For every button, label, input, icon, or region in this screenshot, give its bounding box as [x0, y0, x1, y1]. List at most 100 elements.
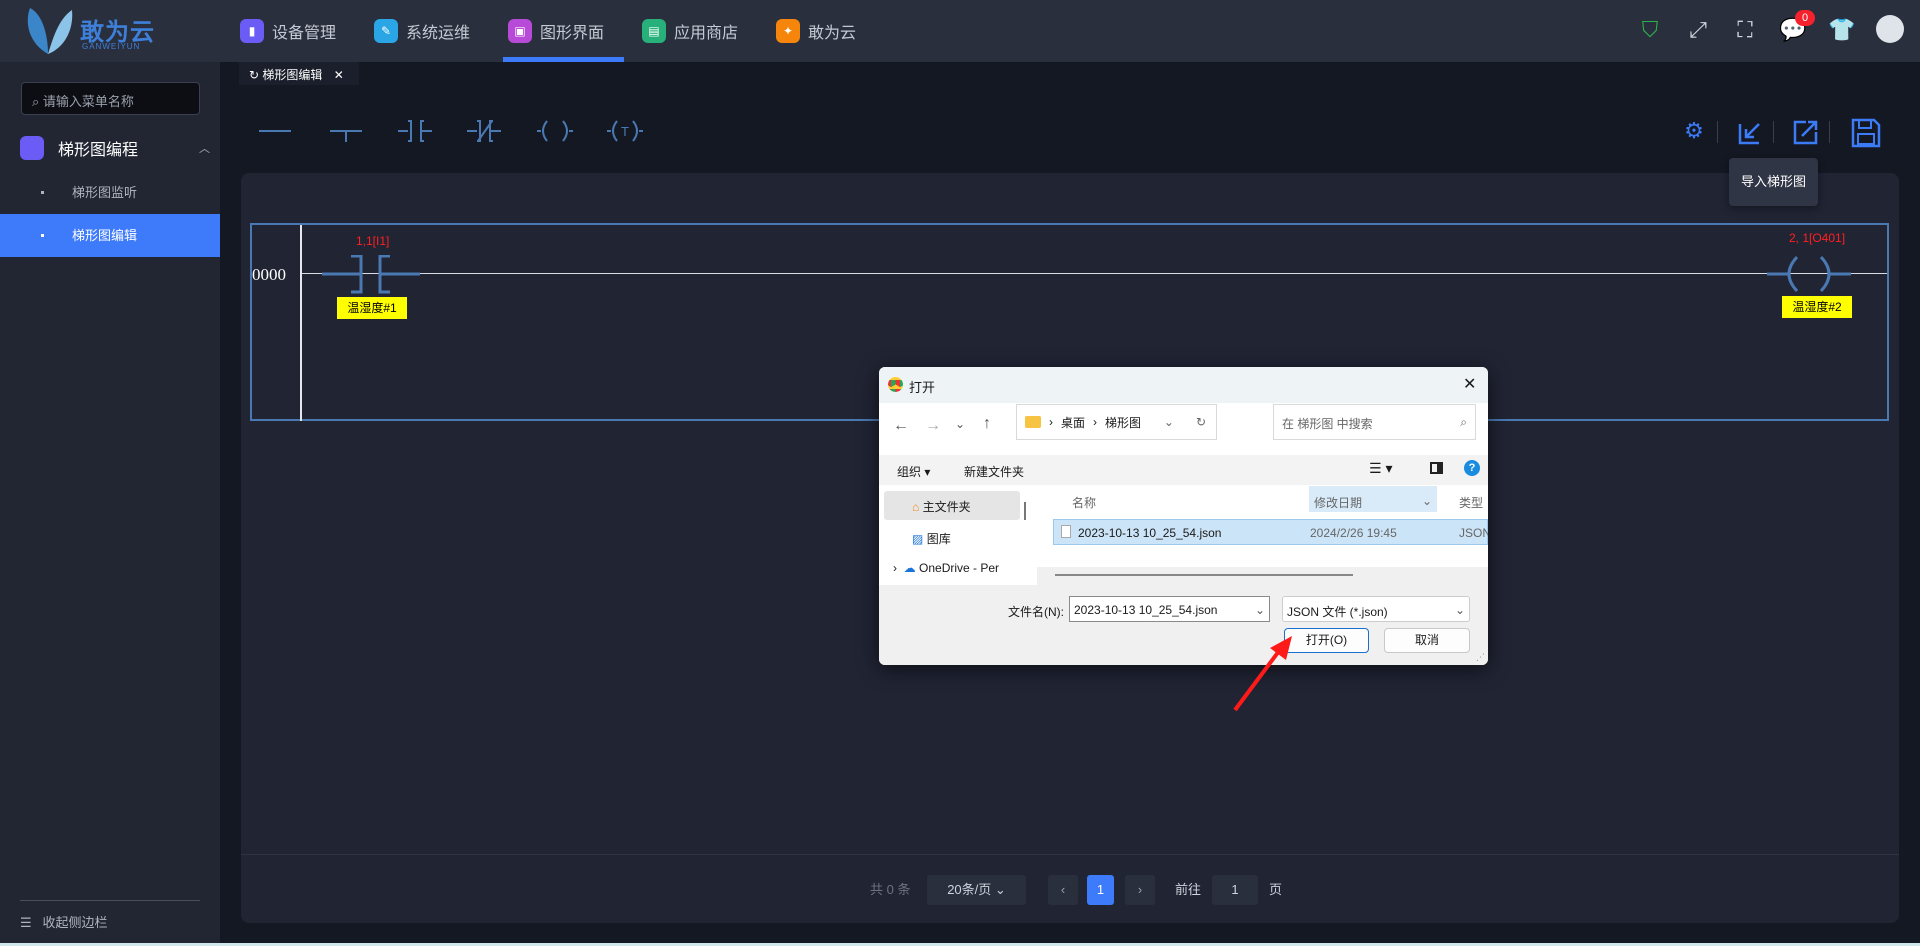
close-icon[interactable]: ✕: [1463, 374, 1476, 394]
item-label: 梯形图编辑: [72, 228, 138, 243]
horizontal-line-tool-icon[interactable]: [257, 118, 297, 144]
nav-label: OneDrive - Per: [919, 561, 1000, 575]
page-size-select[interactable]: 20条/页 ⌄: [927, 875, 1026, 905]
bullet-icon: [41, 234, 44, 237]
column-label: 修改日期: [1314, 496, 1363, 510]
save-icon[interactable]: [1851, 118, 1881, 148]
settings-gear-icon[interactable]: ⚙: [1680, 118, 1708, 146]
coil-tool-icon[interactable]: [535, 118, 575, 144]
monitor-icon: ▣: [508, 19, 532, 43]
sidebar-item-ladder-monitor[interactable]: 梯形图监听: [0, 171, 220, 214]
resize-grip-icon[interactable]: ⋰: [1476, 652, 1485, 663]
nav-item-onedrive[interactable]: › ☁ OneDrive - Per: [893, 561, 1033, 575]
view-options-icon[interactable]: ☰ ▾: [1369, 460, 1392, 477]
timer-tool-icon[interactable]: T: [605, 118, 645, 144]
tab-label: 梯形图编辑: [262, 68, 323, 82]
menu-search-input[interactable]: ⌕ 请输入菜单名称: [21, 82, 200, 115]
total-count: 共 0 条: [870, 882, 911, 897]
filter-value: JSON 文件 (*.json): [1287, 605, 1388, 619]
nav-item-gallery[interactable]: ▨ 图库: [912, 530, 951, 547]
nav-device-management[interactable]: ▮ 设备管理: [240, 0, 336, 62]
screen-frame-icon[interactable]: ⛶: [1731, 16, 1759, 44]
shield-icon[interactable]: ⛉: [1636, 16, 1664, 44]
next-page-button[interactable]: ›: [1125, 875, 1155, 905]
file-type-select[interactable]: JSON 文件 (*.json) ⌄: [1282, 596, 1470, 622]
folder-search-input[interactable]: 在 梯形图 中搜索 ⌕: [1273, 404, 1476, 440]
left-power-rail: [300, 225, 302, 421]
chevron-down-icon[interactable]: ⌄: [1255, 603, 1265, 617]
horizontal-scrollbar[interactable]: [1055, 574, 1353, 576]
forward-arrow-icon[interactable]: →: [925, 417, 941, 435]
address-bar[interactable]: › 桌面 › 梯形图 ⌄ ↻: [1016, 404, 1217, 440]
search-placeholder: 在 梯形图 中搜索: [1282, 417, 1373, 431]
collapse-sidebar-button[interactable]: ☰ 收起侧边栏: [20, 912, 108, 931]
dialog-titlebar: [879, 367, 1488, 403]
recent-chevron-icon[interactable]: ⌄: [955, 417, 965, 431]
horizontal-scroll-track: [1037, 567, 1488, 585]
nav-system-ops[interactable]: ✎ 系统运维: [374, 0, 470, 62]
file-date: 2024/2/26 19:45: [1310, 526, 1397, 540]
branch-tool-icon[interactable]: [328, 118, 368, 144]
divider: [20, 900, 200, 901]
cancel-button[interactable]: 取消: [1384, 628, 1470, 653]
nav-ganweiyun[interactable]: ✦ 敢为云: [776, 0, 856, 62]
collapse-label: 收起侧边栏: [42, 915, 108, 930]
page-size-value: 20条/页: [947, 882, 992, 897]
prev-page-button[interactable]: ‹: [1048, 875, 1078, 905]
sidebar-item-ladder-edit[interactable]: 梯形图编辑: [0, 214, 220, 257]
avatar[interactable]: [1876, 15, 1904, 43]
cloud-icon: ☁: [903, 561, 916, 575]
nav-label: 图库: [926, 532, 951, 546]
refresh-icon[interactable]: ↻: [1196, 415, 1206, 429]
red-annotation-arrow-icon: [1233, 636, 1292, 712]
collapse-icon: ☰: [20, 915, 32, 930]
divider: [1773, 121, 1774, 143]
back-arrow-icon[interactable]: ←: [893, 417, 909, 435]
device-icon: ▮: [240, 19, 264, 43]
breadcrumb-ladder[interactable]: 梯形图: [1105, 414, 1141, 431]
expand-chevron-icon: ›: [893, 561, 897, 575]
chevron-down-icon[interactable]: ⌄: [1164, 415, 1174, 429]
nav-item-home[interactable]: ⌂ 主文件夹: [912, 498, 971, 515]
fullscreen-icon[interactable]: ⤢: [1684, 16, 1712, 44]
menu-group-ladder-programming[interactable]: 梯形图编程 ︿: [20, 136, 210, 160]
nav-app-store[interactable]: ▤ 应用商店: [642, 0, 738, 62]
column-name[interactable]: 名称: [1072, 494, 1096, 511]
preview-pane-icon[interactable]: [1430, 462, 1443, 474]
file-row[interactable]: 2023-10-13 10_25_54.json 2024/2/26 19:45…: [1053, 519, 1488, 545]
logo-subtext: GANWEIYUN: [82, 42, 141, 51]
nav-label: 应用商店: [674, 25, 739, 42]
group-label: 梯形图编程: [58, 142, 139, 159]
normally-open-contact-tool-icon[interactable]: [396, 118, 436, 144]
divider: [1717, 121, 1718, 143]
up-arrow-icon[interactable]: ↑: [983, 415, 991, 433]
filename-input[interactable]: 2023-10-13 10_25_54.json ⌄: [1069, 596, 1270, 622]
column-type[interactable]: 类型: [1459, 494, 1483, 511]
organize-label: 组织: [897, 465, 922, 479]
close-icon[interactable]: ✕: [334, 68, 344, 82]
tab-ladder-edit[interactable]: ↻ 梯形图编辑 ✕: [239, 62, 359, 85]
new-folder-button[interactable]: 新建文件夹: [964, 463, 1024, 480]
import-ladder-icon[interactable]: [1737, 118, 1765, 146]
page-1-button[interactable]: 1: [1087, 875, 1114, 905]
column-modified-date[interactable]: 修改日期 ⌄: [1309, 486, 1437, 512]
coil-label: 温湿度#2: [1782, 296, 1852, 318]
store-icon: ▤: [642, 19, 666, 43]
normally-closed-contact-tool-icon[interactable]: [465, 118, 505, 144]
normally-open-contact-icon[interactable]: [322, 255, 422, 295]
breadcrumb-desktop[interactable]: 桌面: [1061, 414, 1085, 431]
goto-page-input[interactable]: 1: [1212, 875, 1258, 905]
nav-scrollbar[interactable]: [1024, 502, 1026, 520]
tooltip-import-ladder: 导入梯形图: [1729, 158, 1818, 206]
chrome-icon: [888, 377, 903, 392]
nav-graphic-ui[interactable]: ▣ 图形界面: [502, 0, 625, 62]
top-bar: 敢为云 GANWEIYUN ▮ 设备管理 ✎ 系统运维 ▣ 图形界面 ▤ 应用商店 ✦ 敢…: [0, 0, 1920, 62]
export-ladder-icon[interactable]: [1792, 118, 1820, 146]
bullet-icon: [41, 191, 44, 194]
theme-shirt-icon[interactable]: 👕: [1828, 16, 1856, 44]
output-coil-icon[interactable]: [1767, 255, 1851, 295]
organize-menu[interactable]: 组织 ▾: [897, 463, 930, 480]
help-icon[interactable]: ?: [1464, 460, 1480, 476]
contact-label: 温湿度#1: [337, 297, 407, 319]
divider: [241, 854, 1899, 855]
